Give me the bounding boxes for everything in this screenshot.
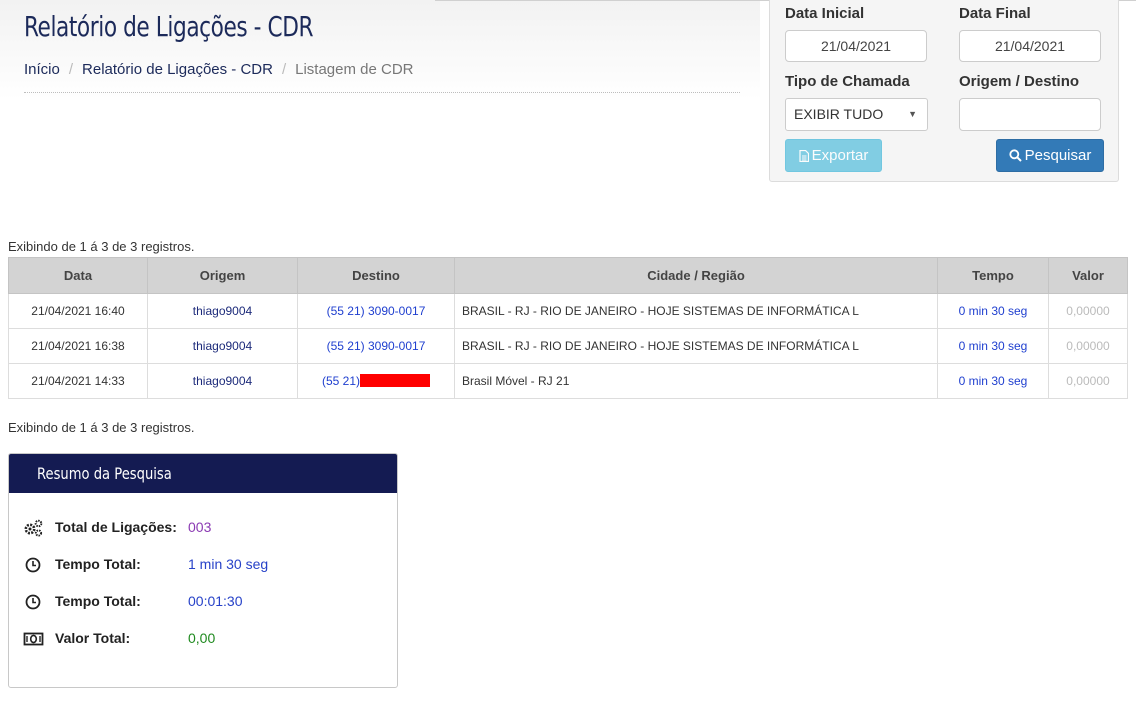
cell-origem: thiago9004 — [147, 363, 298, 399]
search-button[interactable]: Pesquisar — [996, 139, 1104, 172]
cell-cidade: Brasil Móvel - RJ 21 — [454, 363, 938, 399]
export-button[interactable]: Exportar — [785, 139, 882, 172]
cell-destino: (55 21) 3090-0017 — [297, 293, 455, 329]
cell-destino-prefix: (55 21) — [321, 374, 361, 388]
total-ligacoes-label: Total de Ligações: — [55, 519, 177, 535]
filter-panel: Data Inicial Data Final 21/04/2021 21/04… — [769, 0, 1119, 182]
export-button-label: Exportar — [811, 147, 869, 164]
breadcrumb-report-link[interactable]: Relatório de Ligações - CDR — [82, 61, 273, 78]
data-inicial-label: Data Inicial — [785, 5, 865, 22]
tempo-total-value: 1 min 30 seg — [188, 556, 269, 572]
tempo-total-hms-label: Tempo Total: — [55, 593, 141, 609]
cell-data: 21/04/2021 14:33 — [8, 363, 148, 399]
cell-destino: (55 21) 3090-0017 — [297, 328, 455, 364]
data-final-input[interactable]: 21/04/2021 — [959, 30, 1101, 62]
cell-tempo: 0 min 30 seg — [937, 328, 1049, 364]
cell-cidade: BRASIL - RJ - RIO DE JANEIRO - HOJE SIST… — [454, 328, 938, 364]
table-row: 21/04/2021 16:40 thiago9004 (55 21) 3090… — [8, 293, 1128, 329]
records-info-bottom: Exibindo de 1 á 3 de 3 registros. — [8, 420, 195, 435]
clock-icon — [25, 594, 41, 610]
valor-total-label: Valor Total: — [55, 630, 131, 646]
page-title: Relatório de Ligações - CDR — [24, 10, 314, 43]
tipo-chamada-label: Tipo de Chamada — [785, 73, 910, 90]
cell-data: 21/04/2021 16:40 — [8, 293, 148, 329]
cell-data: 21/04/2021 16:38 — [8, 328, 148, 364]
cell-tempo: 0 min 30 seg — [937, 293, 1049, 329]
breadcrumb: Início / Relatório de Ligações - CDR / Lista… — [24, 61, 414, 78]
origem-destino-label: Origem / Destino — [959, 73, 1080, 90]
summary-title: Resumo da Pesquisa — [37, 464, 172, 483]
tempo-total-hms-value: 00:01:30 — [188, 593, 243, 609]
breadcrumb-divider — [24, 92, 740, 93]
records-info-top: Exibindo de 1 á 3 de 3 registros. — [8, 239, 195, 254]
data-inicial-input[interactable]: 21/04/2021 — [785, 30, 927, 62]
redaction-bar — [360, 374, 431, 387]
cell-valor: 0,00000 — [1048, 293, 1128, 329]
cell-cidade: BRASIL - RJ - RIO DE JANEIRO - HOJE SIST… — [454, 293, 938, 329]
summary-header: Resumo da Pesquisa — [9, 454, 397, 493]
origem-destino-input[interactable] — [959, 98, 1101, 131]
summary-panel: Resumo da Pesquisa Total de Ligações: 00… — [8, 453, 398, 688]
search-button-label: Pesquisar — [1024, 147, 1092, 164]
clock-icon — [25, 557, 41, 573]
table-header-row: Data Origem Destino Cidade / Região Temp… — [8, 257, 1128, 294]
column-header-origem[interactable]: Origem — [147, 257, 298, 294]
cdr-table: Data Origem Destino Cidade / Região Temp… — [8, 257, 1128, 399]
search-icon — [1009, 149, 1022, 162]
cell-valor: 0,00000 — [1048, 363, 1128, 399]
column-header-cidade[interactable]: Cidade / Região — [454, 257, 938, 294]
total-ligacoes-value: 003 — [188, 519, 212, 535]
breadcrumb-home-link[interactable]: Início — [24, 61, 60, 78]
gears-icon — [24, 519, 43, 537]
file-icon — [799, 149, 809, 163]
column-header-tempo[interactable]: Tempo — [937, 257, 1049, 294]
money-icon — [23, 632, 44, 646]
breadcrumb-current: Listagem de CDR — [295, 61, 414, 78]
cell-origem: thiago9004 — [147, 328, 298, 364]
data-final-label: Data Final — [959, 5, 1031, 22]
cell-origem: thiago9004 — [147, 293, 298, 329]
tipo-chamada-value: EXIBIR TUDO — [794, 106, 884, 122]
tipo-chamada-select[interactable]: EXIBIR TUDO ▼ — [785, 98, 928, 131]
column-header-data[interactable]: Data — [8, 257, 148, 294]
column-header-destino[interactable]: Destino — [297, 257, 455, 294]
cell-tempo: 0 min 30 seg — [937, 363, 1049, 399]
column-header-valor[interactable]: Valor — [1048, 257, 1128, 294]
table-row: 21/04/2021 16:38 thiago9004 (55 21) 3090… — [8, 328, 1128, 364]
caret-down-icon: ▼ — [908, 109, 917, 119]
table-row: 21/04/2021 14:33 thiago9004 (55 21) Bras… — [8, 363, 1128, 399]
tempo-total-label: Tempo Total: — [55, 556, 141, 572]
valor-total-value: 0,00 — [188, 630, 216, 646]
cell-valor: 0,00000 — [1048, 328, 1128, 364]
cell-destino-redacted: (55 21) — [297, 363, 455, 399]
